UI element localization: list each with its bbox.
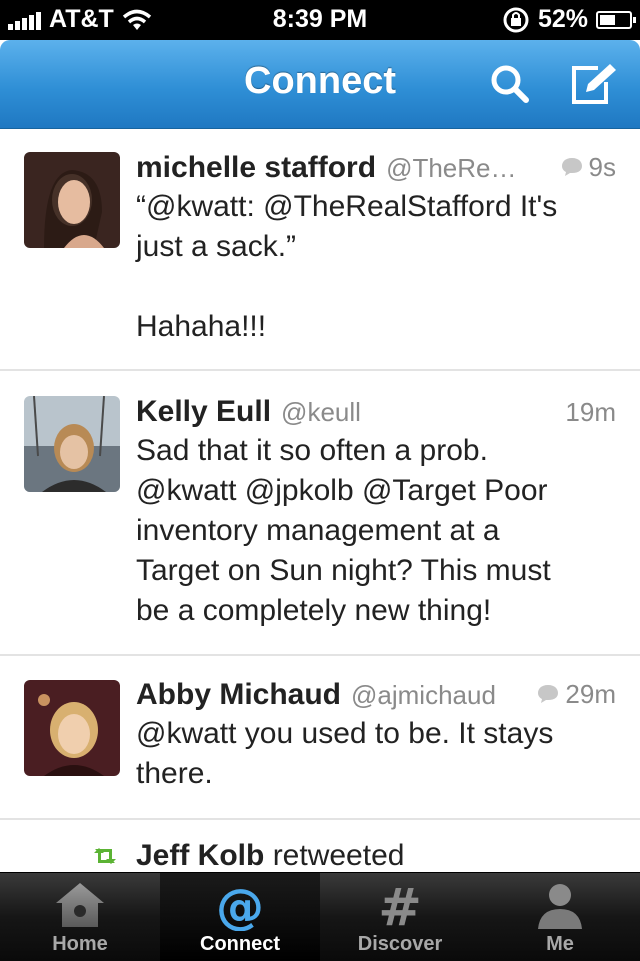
tweet-text: Sad that it so often a prob. @kwatt @jpk…	[136, 434, 551, 627]
retweet-indicator[interactable]: Jeff Kolb retweeted	[0, 839, 640, 872]
author-name[interactable]: Abby Michaud	[136, 678, 341, 712]
tweet-item[interactable]: Kelly Eull @keull 19m Sad that it so oft…	[0, 371, 640, 656]
tweet-feed[interactable]: michelle stafford @TheRe… 9s “@kwatt: @T…	[0, 129, 640, 872]
nav-bar: Connect	[0, 40, 640, 129]
avatar[interactable]	[24, 680, 120, 776]
page-title: Connect	[244, 60, 396, 102]
svg-text:@: @	[216, 881, 264, 931]
search-icon	[491, 65, 529, 103]
author-name[interactable]: Kelly Eull	[136, 395, 271, 429]
tweet-text: @kwatt you used to be. It stays there.	[136, 717, 554, 790]
svg-text:#: #	[378, 881, 422, 931]
battery-icon	[596, 10, 636, 29]
avatar[interactable]	[24, 152, 120, 248]
at-icon: @	[216, 881, 264, 931]
compose-icon	[572, 64, 616, 104]
tweet-text: “@kwatt: @TheRealStafford It's just a sa…	[136, 190, 558, 343]
tweet-item[interactable]: michelle stafford @TheRe… 9s “@kwatt: @T…	[0, 129, 640, 371]
retweeter-name[interactable]: Jeff Kolb	[136, 839, 264, 872]
conversation-icon	[538, 685, 559, 703]
retweet-action: retweeted	[272, 839, 405, 872]
tweet-time: 29m	[565, 678, 616, 709]
tab-home[interactable]: Home	[0, 873, 160, 961]
tab-label: Me	[546, 933, 574, 955]
tab-bar: Home @ Connect # Discover Me	[0, 872, 640, 961]
tab-label: Discover	[357, 933, 443, 955]
author-name[interactable]: michelle stafford	[136, 151, 376, 185]
retweet-icon	[94, 848, 116, 864]
tab-connect[interactable]: @ Connect	[160, 873, 320, 961]
status-bar: AT&T 8:39 PM 52%	[0, 0, 640, 40]
tab-label: Home	[52, 933, 108, 955]
tab-label: Connect	[200, 933, 280, 955]
conversation-icon	[561, 158, 582, 176]
compose-button[interactable]	[568, 60, 616, 108]
hash-icon: #	[378, 881, 422, 931]
home-icon	[56, 883, 104, 927]
battery-percent: 52%	[537, 5, 588, 33]
tweet-time: 19m	[565, 397, 616, 427]
orientation-lock-icon	[503, 7, 529, 32]
tweet-item[interactable]: Abby Michaud @ajmichaud 29m @kwatt you u…	[0, 656, 640, 820]
author-handle: @TheRe…	[386, 153, 517, 183]
avatar[interactable]	[24, 396, 120, 492]
person-icon	[538, 884, 582, 929]
tab-discover[interactable]: # Discover	[320, 873, 480, 961]
author-handle: @ajmichaud	[351, 680, 496, 710]
tab-me[interactable]: Me	[480, 873, 640, 961]
tweet-time: 9s	[588, 151, 616, 182]
author-handle: @keull	[281, 397, 361, 427]
search-button[interactable]	[486, 60, 534, 108]
